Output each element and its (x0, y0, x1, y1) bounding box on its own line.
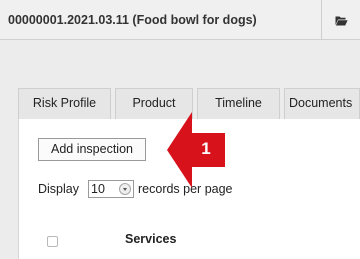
page-size-value: 10 (91, 182, 105, 196)
case-title: 00000001.2021.03.11 (Food bowl for dogs) (0, 0, 322, 40)
top-bar: 00000001.2021.03.11 (Food bowl for dogs) (0, 0, 360, 40)
add-inspection-button[interactable]: Add inspection (38, 138, 146, 161)
callout-number: 1 (201, 139, 211, 158)
page-size-select[interactable]: 10 (88, 180, 134, 198)
tab-documents[interactable]: Documents (284, 88, 360, 119)
chevron-down-icon (119, 183, 131, 195)
services-column-header: Services (125, 232, 177, 246)
folder-button[interactable] (323, 0, 360, 40)
select-all-checkbox[interactable] (47, 236, 58, 247)
tab-risk-profile[interactable]: Risk Profile (18, 88, 111, 119)
display-label: Display (38, 182, 79, 196)
folder-open-icon (335, 16, 348, 25)
